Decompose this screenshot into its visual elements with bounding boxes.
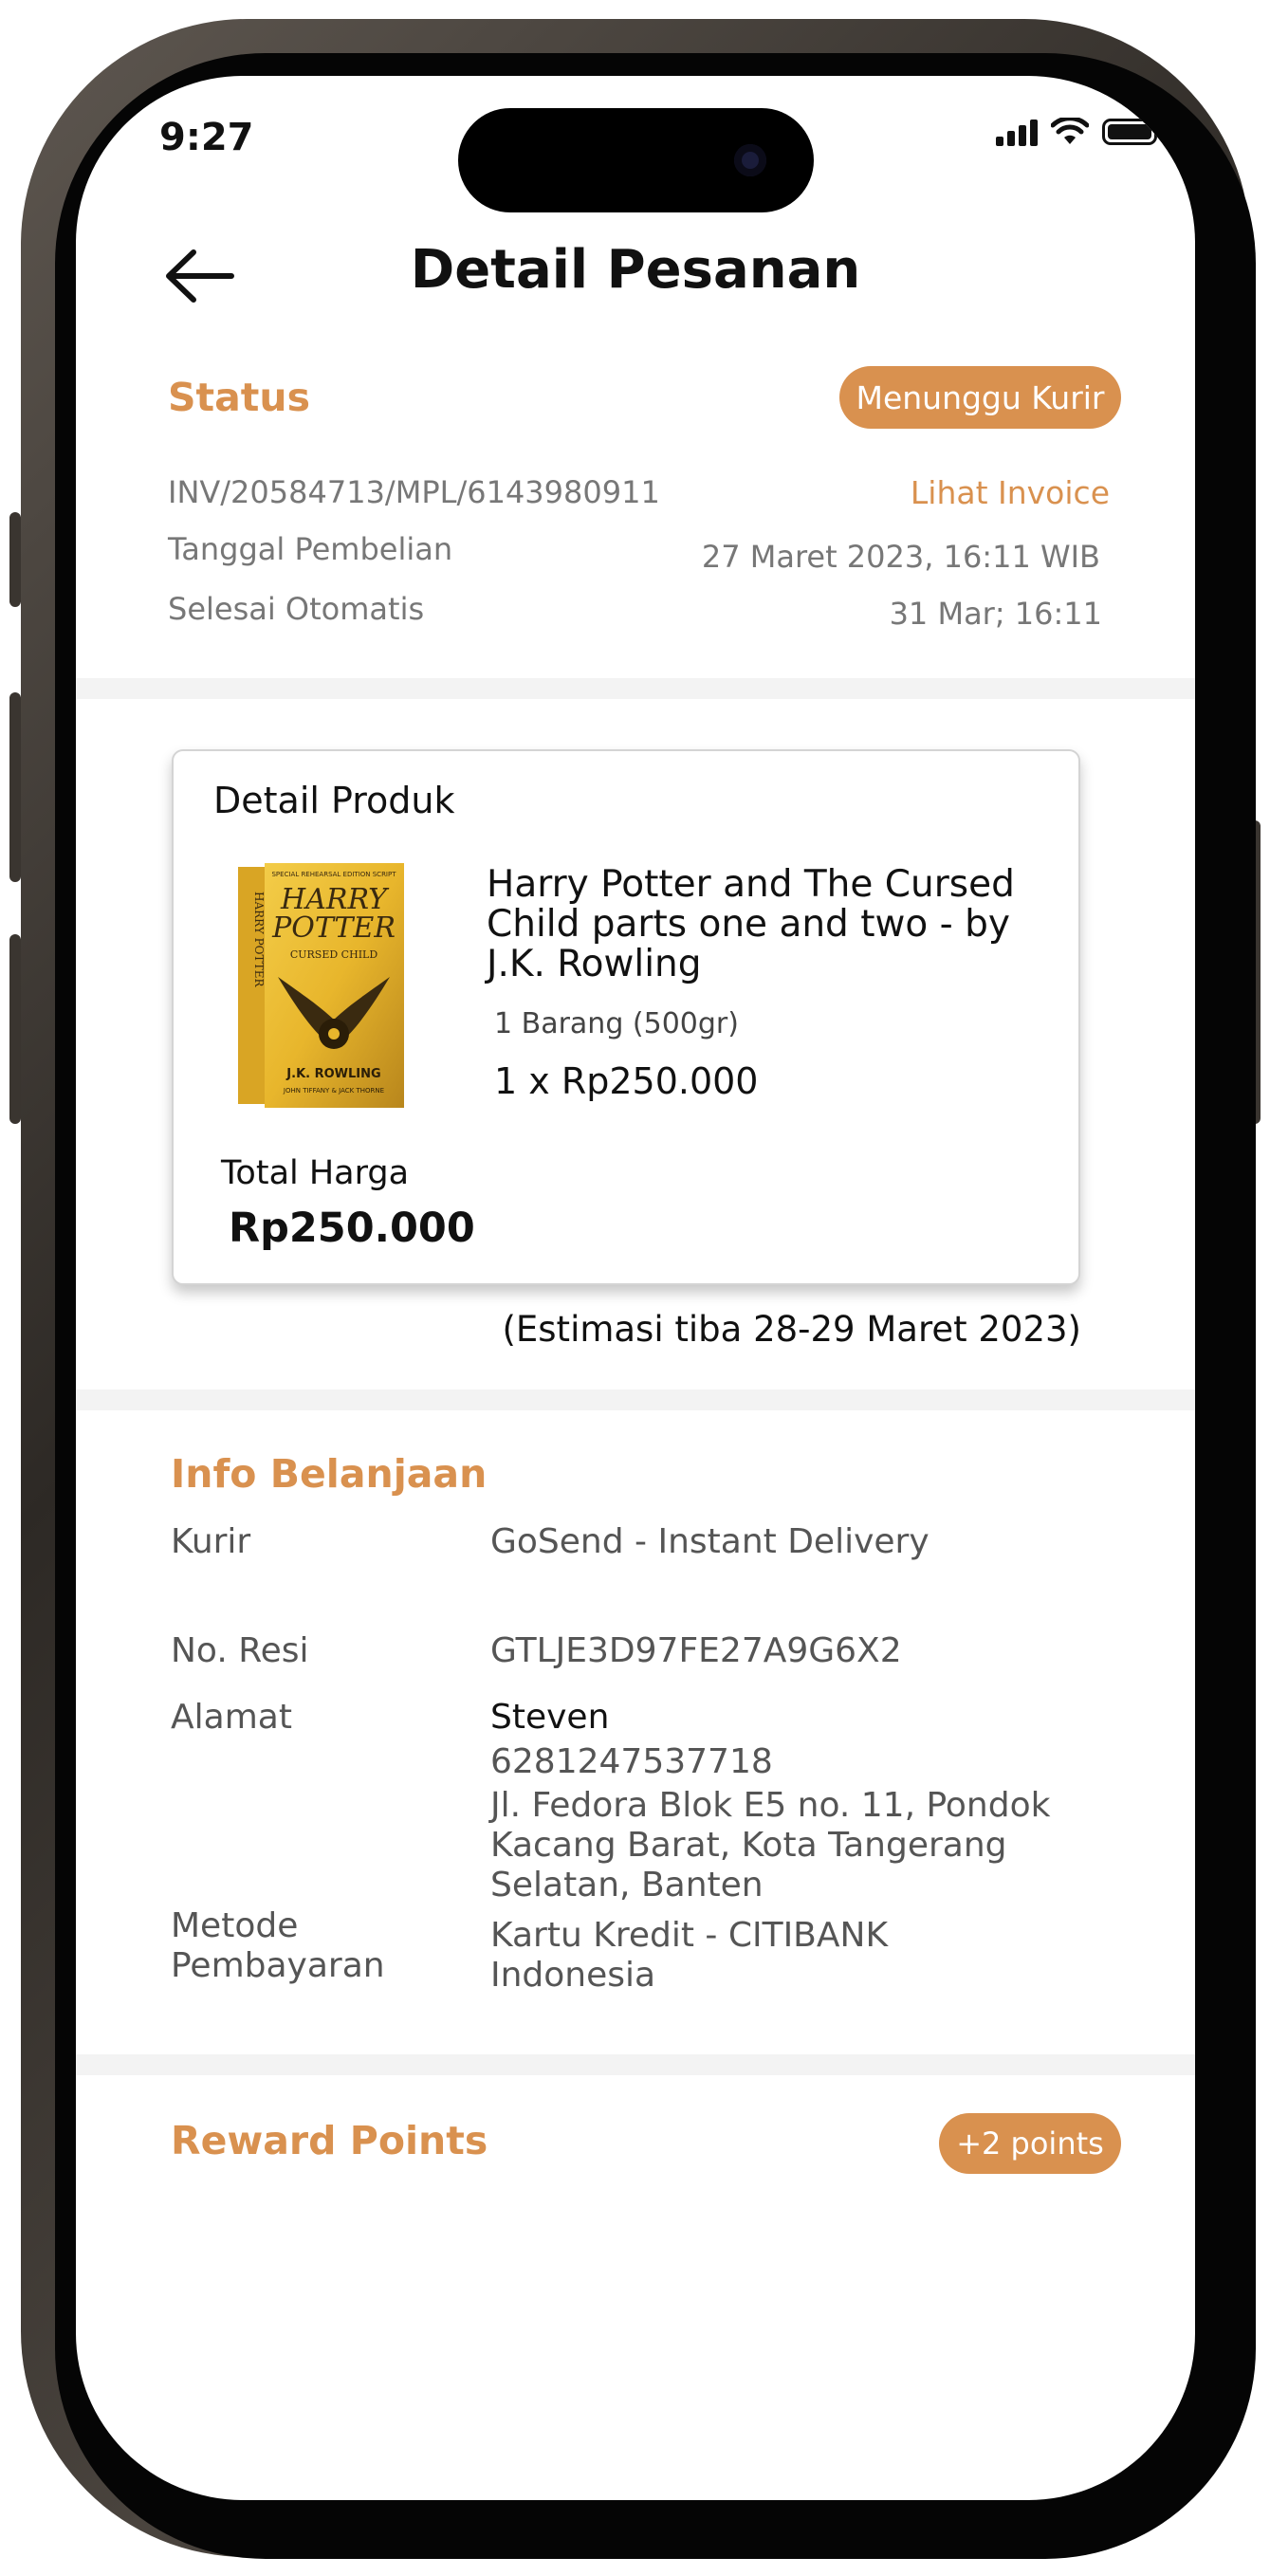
reward-points-title: Reward Points	[171, 2118, 488, 2163]
total-price-label: Total Harga	[221, 1154, 410, 1192]
section-divider	[76, 1389, 1195, 1410]
cover-spine-text: HARRY POTTER	[252, 892, 266, 987]
product-price: 1 x Rp250.000	[494, 1060, 759, 1102]
camera-icon	[734, 144, 766, 176]
reward-points-badge: +2 points	[939, 2113, 1121, 2174]
status-icons	[996, 118, 1162, 146]
signal-icon	[996, 118, 1038, 146]
status-badge: Menunggu Kurir	[839, 366, 1121, 429]
address-phone: 6281247537718	[490, 1742, 773, 1781]
purchase-date-label: Tanggal Pembelian	[168, 531, 453, 567]
address-street: Jl. Fedora Blok E5 no. 11, Pondok Kacang…	[490, 1786, 1051, 1904]
purchase-date-value: 27 Maret 2023, 16:11 WIB	[701, 539, 1100, 575]
cover-title-line2: POTTER	[271, 911, 396, 945]
total-price-value: Rp250.000	[229, 1205, 475, 1252]
cover-author: J.K. ROWLING	[285, 1067, 380, 1081]
auto-complete-label: Selesai Otomatis	[168, 591, 425, 627]
section-divider	[76, 2054, 1195, 2075]
book-cover-image: SPECIAL REHEARSAL EDITION SCRIPT HARRY P…	[238, 863, 404, 1108]
cover-banner-text: SPECIAL REHEARSAL EDITION SCRIPT	[271, 871, 396, 878]
section-divider	[76, 678, 1195, 699]
product-section-title: Detail Produk	[213, 780, 455, 821]
wifi-icon	[1051, 118, 1089, 144]
view-invoice-link[interactable]: Lihat Invoice	[911, 474, 1110, 511]
shopping-info-title: Info Belanjaan	[171, 1451, 488, 1497]
status-time: 9:27	[159, 116, 254, 159]
status-title: Status	[168, 375, 310, 420]
delivery-estimate: (Estimasi tiba 28-29 Maret 2023)	[502, 1309, 1081, 1350]
receipt-value[interactable]: GTLJE3D97FE27A9G6X2	[490, 1631, 1078, 1671]
cover-coauthors: JOHN TIFFANY & JACK THORNE	[283, 1087, 384, 1095]
receipt-label: No. Resi	[171, 1631, 309, 1670]
product-name[interactable]: Harry Potter and The Cursed Child parts …	[487, 865, 1056, 984]
cover-subtitle: CURSED CHILD	[290, 948, 378, 961]
product-card[interactable]: Detail Produk SPECIAL REHEARSAL EDITION …	[172, 749, 1080, 1285]
courier-value: GoSend - Instant Delivery	[490, 1522, 929, 1561]
product-quantity: 1 Barang (500gr)	[494, 1007, 739, 1040]
auto-complete-value: 31 Mar; 16:11	[889, 596, 1102, 632]
address-name: Steven	[490, 1698, 610, 1737]
volume-up-button	[9, 692, 21, 882]
screen: 9:27 Detail Pesanan Status Menunggu Kuri…	[76, 76, 1195, 2500]
battery-icon	[1102, 119, 1162, 145]
volume-down-button	[9, 934, 21, 1124]
payment-method-value: Kartu Kredit - CITIBANK Indonesia	[490, 1916, 889, 1995]
address-label: Alamat	[171, 1698, 292, 1737]
dynamic-island	[458, 108, 814, 212]
payment-method-label: Metode Pembayaran	[171, 1906, 385, 1985]
page-title: Detail Pesanan	[410, 239, 861, 301]
courier-label: Kurir	[171, 1522, 251, 1561]
invoice-number: INV/20584713/MPL/6143980911	[168, 474, 660, 510]
action-button	[9, 512, 21, 607]
